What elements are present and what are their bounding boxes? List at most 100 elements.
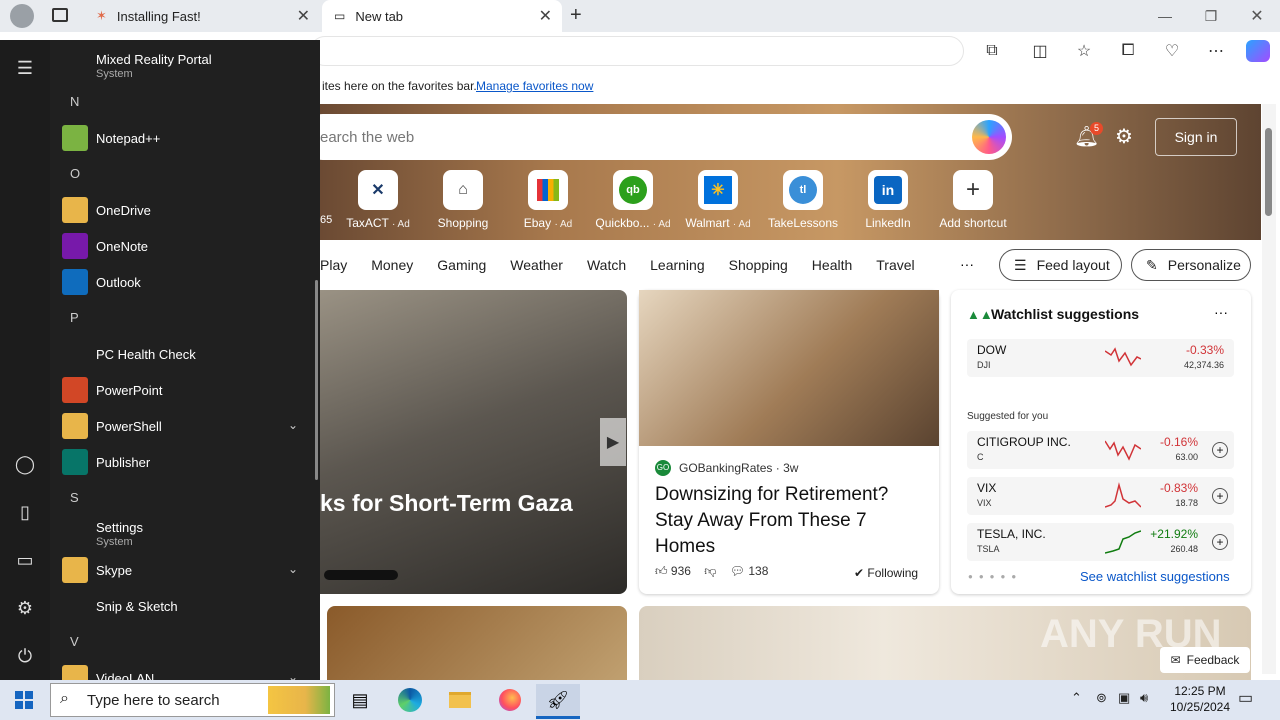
- nav-travel[interactable]: Travel: [876, 257, 914, 273]
- like-icon[interactable]: 👍︎: [655, 564, 668, 578]
- add-to-watchlist-icon[interactable]: +: [1212, 442, 1228, 458]
- shortcut-add[interactable]: + Add shortcut: [933, 170, 1013, 230]
- shortcut-taxact[interactable]: ✕ TaxACT · Ad: [338, 170, 418, 230]
- nav-money[interactable]: Money: [371, 257, 413, 273]
- watchlist-more-icon[interactable]: ···: [1214, 304, 1228, 320]
- extensions-icon[interactable]: ⧉: [980, 40, 1004, 62]
- scrollbar-thumb[interactable]: [1265, 128, 1272, 216]
- taskbar-clock[interactable]: 12:25 PM 10/25/2024: [1163, 683, 1237, 715]
- start-menu-letter-s[interactable]: S: [70, 490, 79, 505]
- file-explorer-icon[interactable]: [440, 684, 480, 716]
- copilot-search-icon[interactable]: [972, 120, 1006, 154]
- carousel-next-icon[interactable]: ▶: [600, 418, 626, 466]
- add-to-watchlist-icon[interactable]: +: [1212, 534, 1228, 550]
- network-icon[interactable]: ▣: [1118, 690, 1130, 706]
- close-window-icon[interactable]: ✕: [1234, 0, 1280, 32]
- news-card-gaza[interactable]: [320, 290, 627, 594]
- stock-row-tesla[interactable]: TESLA, INC. TSLA +21.92% 260.48 +: [967, 523, 1234, 561]
- stock-row-vix[interactable]: VIX VIX -0.83% 18.78 +: [967, 477, 1234, 515]
- shortcut-walmart[interactable]: ✳ Walmart · Ad: [678, 170, 758, 230]
- comment-icon[interactable]: 💬︎: [730, 564, 745, 578]
- shortcut-ebay[interactable]: Ebay · Ad: [508, 170, 588, 230]
- start-menu-app-notepad-[interactable]: Notepad++: [62, 120, 312, 156]
- start-menu-app-onenote[interactable]: OneNote: [62, 228, 312, 264]
- start-menu-app-onedrive[interactable]: OneDrive: [62, 192, 312, 228]
- news-card-title[interactable]: ks for Short-Term Gaza: [320, 490, 573, 517]
- start-menu-app-powershell[interactable]: PowerShell ⌄: [62, 408, 312, 444]
- nav-learning[interactable]: Learning: [650, 257, 705, 273]
- hamburger-icon[interactable]: ☰: [12, 55, 38, 81]
- profile-avatar[interactable]: [10, 4, 34, 28]
- split-screen-icon[interactable]: ◫: [1028, 40, 1052, 62]
- settings-gear-icon[interactable]: ⚙: [12, 595, 38, 621]
- nav-weather[interactable]: Weather: [510, 257, 563, 273]
- start-menu-letter-o[interactable]: O: [70, 166, 80, 181]
- minimize-icon[interactable]: —: [1142, 0, 1188, 32]
- start-menu-letter-n[interactable]: N: [70, 94, 79, 109]
- page-settings-gear-icon[interactable]: ⚙: [1115, 124, 1133, 149]
- start-menu-app-pc-health-check[interactable]: PC Health Check: [62, 336, 312, 372]
- start-menu-scrollbar[interactable]: [315, 280, 318, 480]
- more-menu-icon[interactable]: ⋯: [1204, 40, 1228, 62]
- close-tab-icon[interactable]: ✕: [539, 6, 552, 26]
- chevron-down-icon[interactable]: ⌄: [288, 418, 298, 432]
- tray-device-icon[interactable]: ⊚: [1096, 690, 1107, 706]
- shortcut-linkedin[interactable]: in LinkedIn: [848, 170, 928, 230]
- watchlist-pager-dots[interactable]: ●●●●●: [968, 572, 1022, 581]
- close-tab-icon[interactable]: ✕: [297, 6, 310, 26]
- task-view-icon[interactable]: ▤: [340, 684, 380, 716]
- personalize-button[interactable]: ✎ Personalize: [1131, 249, 1251, 281]
- installer-app-icon[interactable]: 🚀︎: [536, 684, 580, 716]
- start-menu-app-mixed-reality-portal[interactable]: Mixed Reality Portal System: [62, 48, 312, 84]
- nav-gaming[interactable]: Gaming: [437, 257, 486, 273]
- news-card-device[interactable]: [327, 606, 627, 680]
- restore-icon[interactable]: ❐: [1188, 0, 1234, 32]
- tab-actions-icon[interactable]: [52, 8, 68, 22]
- following-button[interactable]: ✔ Following: [854, 566, 918, 580]
- volume-icon[interactable]: 🔊︎: [1140, 690, 1148, 706]
- dislike-icon[interactable]: 👎︎: [704, 564, 716, 578]
- start-menu-letter-p[interactable]: P: [70, 310, 79, 325]
- search-highlight-icon[interactable]: [268, 686, 330, 714]
- tray-overflow-chevron-icon[interactable]: ⌃: [1071, 690, 1082, 706]
- user-account-icon[interactable]: ◯: [12, 451, 38, 477]
- copilot-icon[interactable]: [1246, 40, 1270, 62]
- start-menu-app-outlook[interactable]: Outlook: [62, 264, 312, 300]
- feed-layout-button[interactable]: ☰ Feed layout: [999, 249, 1122, 281]
- power-icon[interactable]: ⏻: [12, 643, 38, 669]
- shortcut-takelessons[interactable]: tl TakeLessons: [763, 170, 843, 230]
- news-card-title[interactable]: Downsizing for Retirement? Stay Away Fro…: [655, 482, 925, 560]
- add-to-watchlist-icon[interactable]: +: [1212, 488, 1228, 504]
- tab-new-tab[interactable]: ▭ New tab ✕: [322, 0, 562, 32]
- stock-row-citigroup[interactable]: CITIGROUP INC. C -0.16% 63.00 +: [967, 431, 1234, 469]
- chevron-down-icon[interactable]: ⌄: [288, 562, 298, 576]
- shortcut-shopping[interactable]: ⌂ Shopping: [423, 170, 503, 230]
- start-menu-app-settings[interactable]: Settings System: [62, 516, 312, 552]
- pictures-icon[interactable]: ▭: [12, 547, 38, 573]
- nav-play[interactable]: Play: [320, 257, 347, 273]
- nav-shopping[interactable]: Shopping: [729, 257, 788, 273]
- start-menu-letter-v[interactable]: V: [70, 634, 79, 649]
- tab-installing-fast[interactable]: ✶ Installing Fast! ✕: [84, 0, 320, 32]
- start-menu-app-publisher[interactable]: Publisher: [62, 444, 312, 480]
- new-tab-plus-icon[interactable]: +: [570, 4, 582, 27]
- stock-row-dow[interactable]: DOW DJI -0.33% 42,374.36: [967, 339, 1234, 377]
- browser-essentials-icon[interactable]: ♡: [1160, 40, 1184, 62]
- notification-center-icon[interactable]: ▭: [1238, 688, 1253, 708]
- nav-health[interactable]: Health: [812, 257, 852, 273]
- start-menu-app-skype[interactable]: Skype ⌄: [62, 552, 312, 588]
- nav-watch[interactable]: Watch: [587, 257, 626, 273]
- documents-icon[interactable]: ▯: [12, 499, 38, 525]
- nav-more-button[interactable]: ···: [960, 256, 974, 272]
- edge-icon[interactable]: [390, 684, 430, 716]
- start-menu-app-snip-sketch[interactable]: Snip & Sketch: [62, 588, 312, 624]
- firefox-icon[interactable]: [490, 684, 530, 716]
- address-bar[interactable]: [310, 36, 964, 66]
- sign-in-button[interactable]: Sign in: [1155, 118, 1237, 156]
- shortcut-quickbooks[interactable]: qb Quickbo... · Ad: [593, 170, 673, 230]
- feedback-button[interactable]: ✉ Feedback: [1160, 647, 1250, 673]
- start-menu-app-powerpoint[interactable]: PowerPoint: [62, 372, 312, 408]
- favorites-icon[interactable]: ☆: [1072, 40, 1096, 62]
- see-watchlist-link[interactable]: See watchlist suggestions: [1080, 569, 1230, 584]
- carousel-indicator[interactable]: [324, 570, 398, 580]
